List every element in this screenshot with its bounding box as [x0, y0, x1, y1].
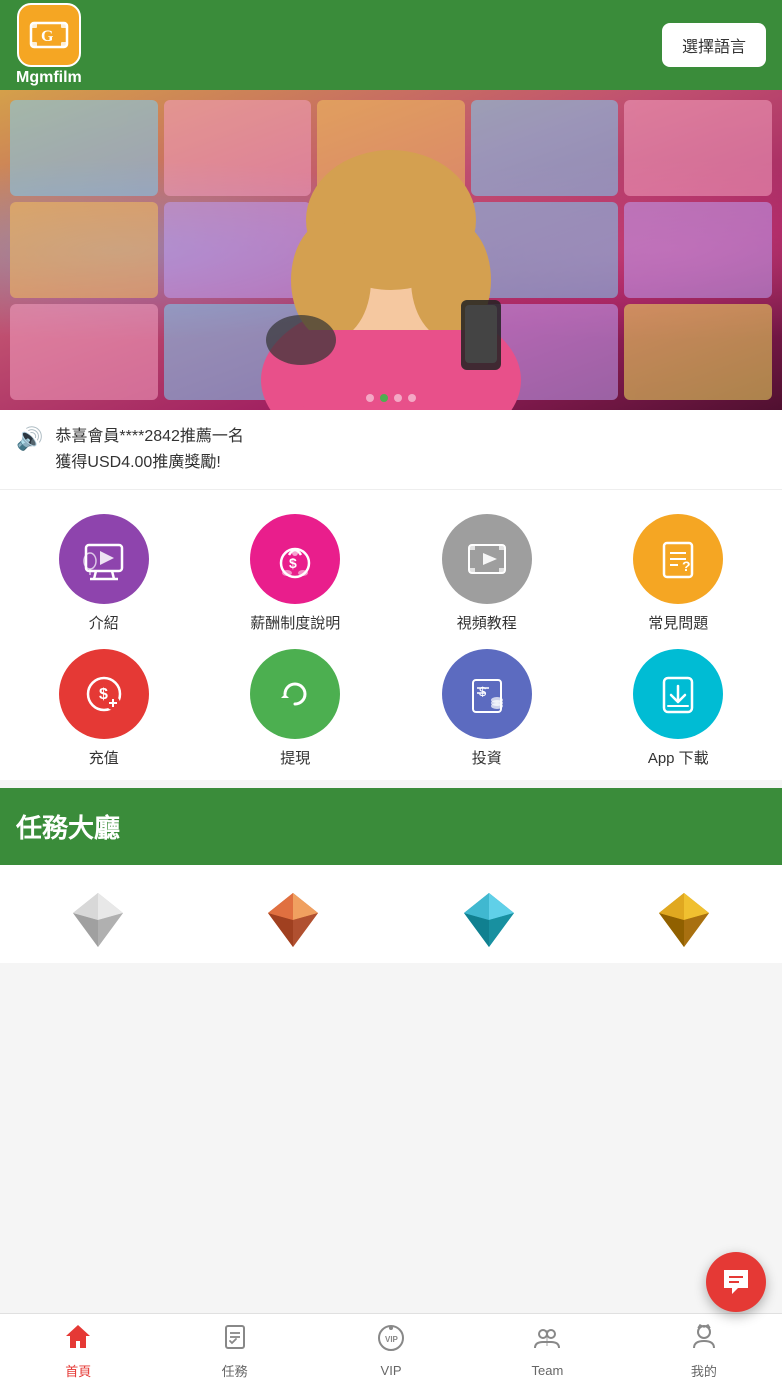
- svg-text:G: G: [41, 28, 54, 45]
- withdraw-label: 提現: [280, 747, 310, 768]
- home-icon: [64, 1322, 92, 1357]
- chat-fab[interactable]: [706, 1252, 766, 1312]
- nav-vip[interactable]: VIP VIP: [313, 1324, 469, 1378]
- intro-label: 介紹: [89, 612, 119, 633]
- banner-person: [221, 100, 561, 410]
- team-icon: [533, 1324, 561, 1359]
- diamond-cyan: [454, 885, 524, 955]
- salary-label: 薪酬制度說明: [250, 612, 340, 633]
- appdown-icon-circle: [633, 649, 723, 739]
- dot-2: [380, 394, 388, 402]
- diamond-orange: [258, 885, 328, 955]
- nav-mine-label: 我的: [691, 1361, 717, 1380]
- video-item[interactable]: 視頻教程: [395, 514, 579, 633]
- nav-team-label: Team: [532, 1363, 564, 1378]
- salary-item[interactable]: $ 薪酬制度說明: [204, 514, 388, 633]
- nav-vip-label: VIP: [381, 1363, 402, 1378]
- icon-grid: 介紹 $ 薪酬制度說明: [0, 490, 782, 780]
- vip-icon: VIP: [377, 1324, 405, 1359]
- language-button[interactable]: 選擇語言: [662, 23, 766, 67]
- video-icon-circle: [442, 514, 532, 604]
- appdown-label: App 下載: [648, 747, 709, 768]
- appdown-item[interactable]: App 下載: [587, 649, 771, 768]
- nav-tasks-label: 任務: [222, 1361, 248, 1380]
- header: G Mgmfilm 選擇語言: [0, 0, 782, 90]
- video-label: 視頻教程: [457, 612, 517, 633]
- banner-dots: [366, 394, 416, 402]
- invest-item[interactable]: $ 投資: [395, 649, 579, 768]
- faq-icon-circle: ?: [633, 514, 723, 604]
- mine-icon: [690, 1322, 718, 1357]
- nav-tasks[interactable]: 任務: [156, 1322, 312, 1380]
- notification-bar: 🔊 恭喜會員****2842推薦一名獲得USD4.00推廣獎勵!: [0, 410, 782, 490]
- diamond-gold: [649, 885, 719, 955]
- nav-mine[interactable]: 我的: [626, 1322, 782, 1380]
- task-hall-title: 任務大廳: [16, 813, 120, 843]
- intro-item[interactable]: 介紹: [12, 514, 196, 633]
- dot-3: [394, 394, 402, 402]
- banner: [0, 90, 782, 410]
- logo-icon: G: [17, 3, 81, 67]
- topup-label: 充值: [89, 747, 119, 768]
- dot-4: [408, 394, 416, 402]
- salary-icon-circle: $: [250, 514, 340, 604]
- withdraw-icon-circle: [250, 649, 340, 739]
- dot-1: [366, 394, 374, 402]
- nav-home-label: 首頁: [65, 1361, 91, 1380]
- invest-label: 投資: [472, 747, 502, 768]
- svg-text:$: $: [289, 555, 297, 571]
- task-hall: 任務大廳: [0, 788, 782, 865]
- withdraw-item[interactable]: 提現: [204, 649, 388, 768]
- svg-text:$: $: [479, 684, 487, 699]
- speaker-icon: 🔊: [16, 426, 43, 452]
- diamond-row: [0, 865, 782, 963]
- svg-text:VIP: VIP: [385, 1335, 399, 1344]
- topup-icon-circle: $: [59, 649, 149, 739]
- intro-icon-circle: [59, 514, 149, 604]
- nav-home[interactable]: 首頁: [0, 1322, 156, 1380]
- faq-label: 常見問題: [648, 612, 708, 633]
- logo-container: G Mgmfilm: [16, 3, 82, 87]
- bottom-nav: 首頁 任務 VIP VIP: [0, 1313, 782, 1392]
- logo-text: Mgmfilm: [16, 69, 82, 87]
- topup-item[interactable]: $ 充值: [12, 649, 196, 768]
- svg-text:?: ?: [682, 558, 691, 574]
- diamond-silver: [63, 885, 133, 955]
- faq-item[interactable]: ? 常見問題: [587, 514, 771, 633]
- nav-team[interactable]: Team: [469, 1324, 625, 1378]
- invest-icon-circle: $: [442, 649, 532, 739]
- notification-text: 恭喜會員****2842推薦一名獲得USD4.00推廣獎勵!: [55, 424, 244, 475]
- tasks-icon: [221, 1322, 249, 1357]
